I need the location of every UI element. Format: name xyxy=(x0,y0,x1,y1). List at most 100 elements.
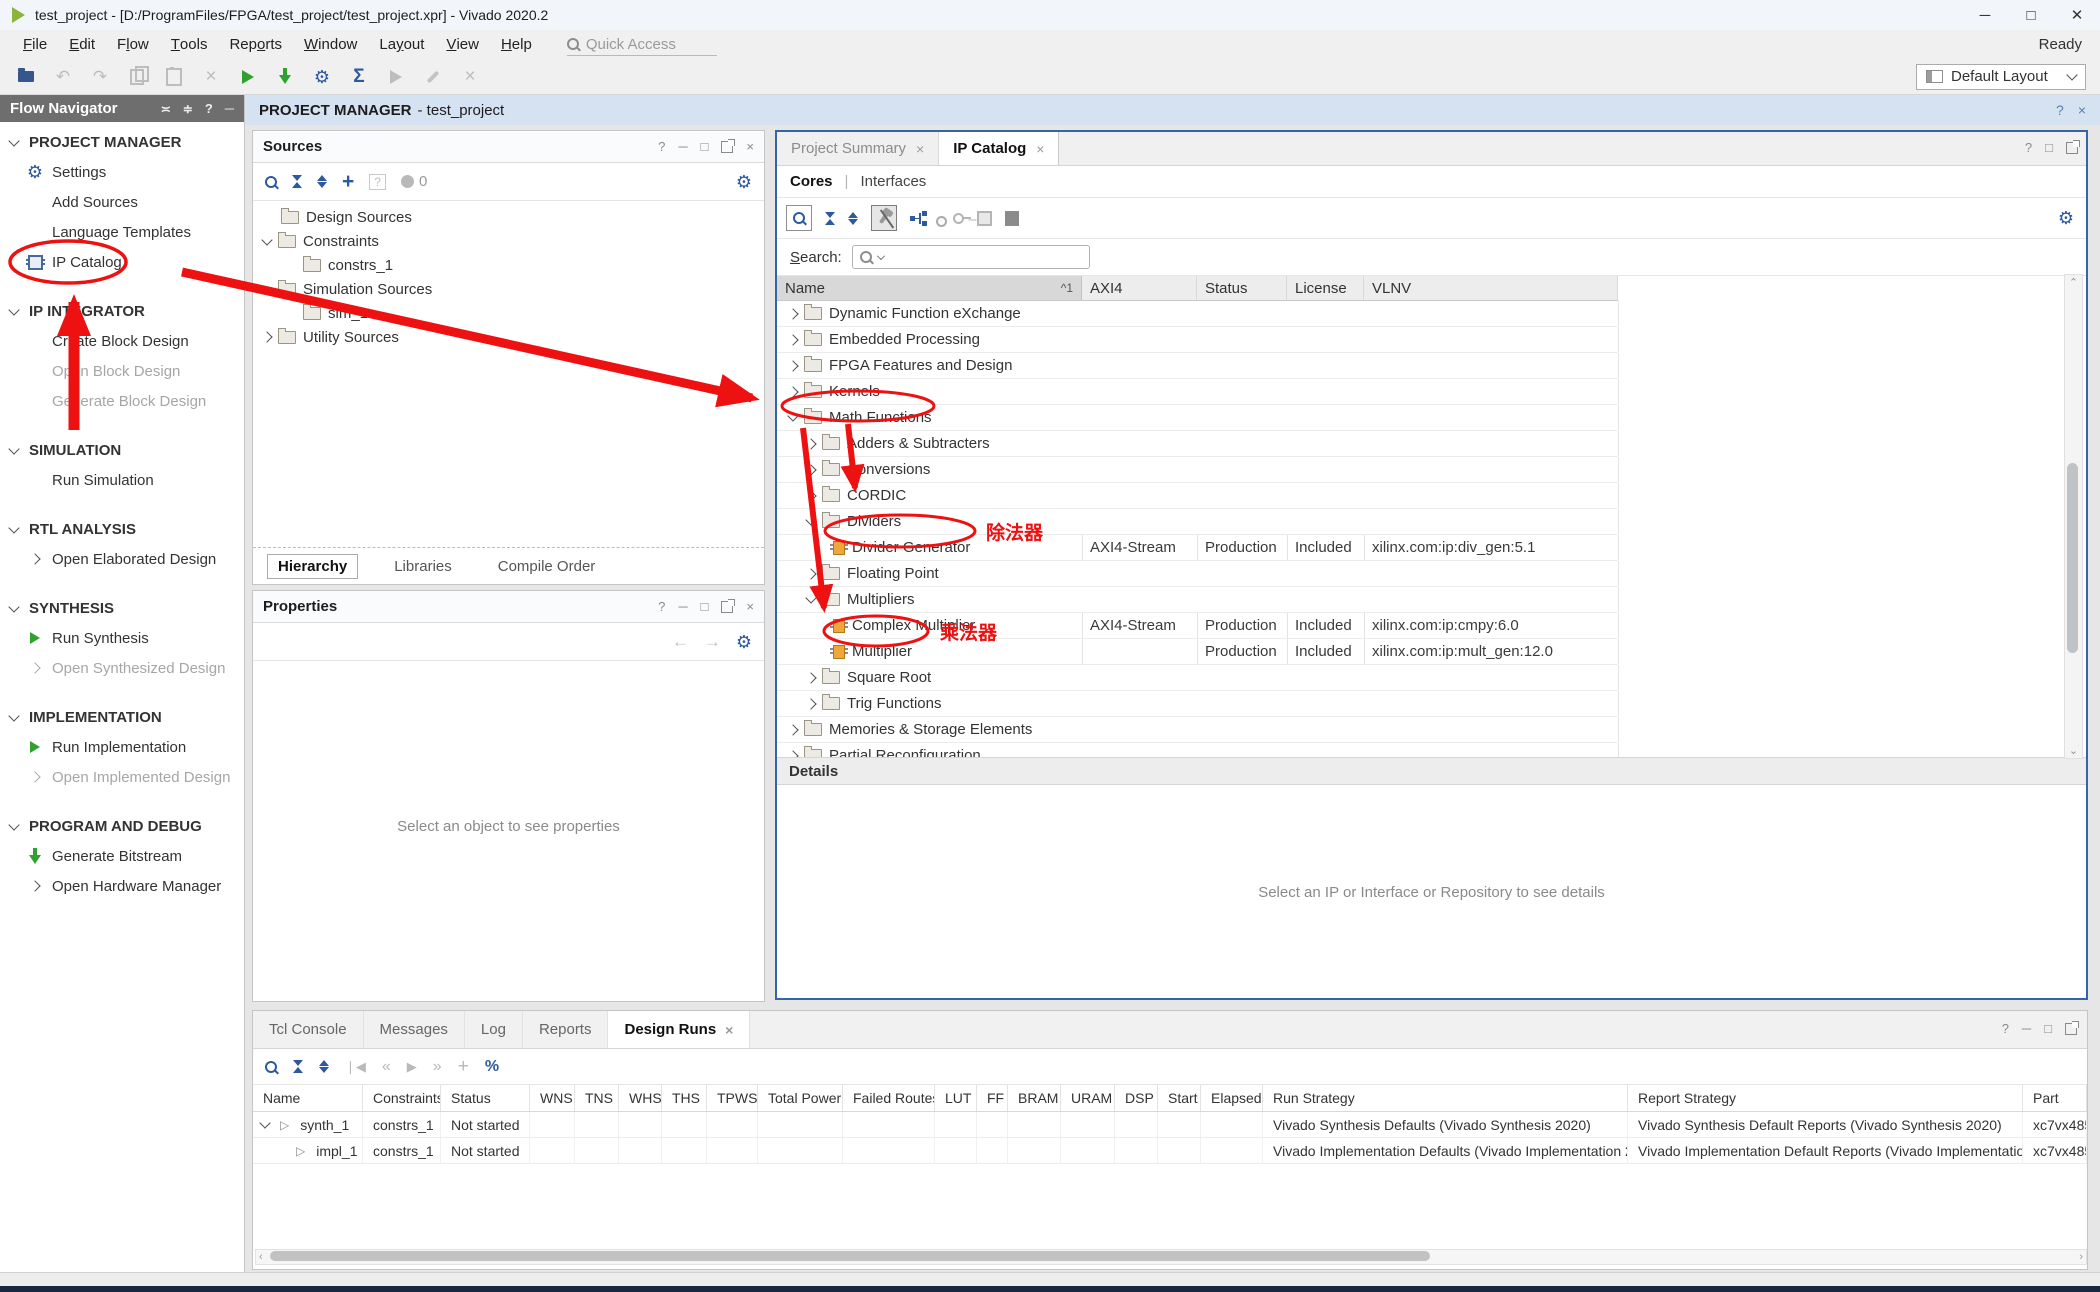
scrollbar-thumb[interactable] xyxy=(270,1251,1430,1261)
column-header-report-strategy[interactable]: Report Strategy xyxy=(1628,1085,2023,1111)
close-icon[interactable]: × xyxy=(1036,141,1044,157)
column-header-total-power[interactable]: Total Power xyxy=(758,1085,843,1111)
ip-row-adders-subtracters[interactable]: Adders & Subtracters xyxy=(777,431,1618,457)
layout-selector[interactable]: Default Layout xyxy=(1916,64,2086,90)
column-header-wns[interactable]: WNS xyxy=(530,1085,575,1111)
close-panel-icon[interactable]: × xyxy=(746,139,754,154)
maximize-panel-icon[interactable]: □ xyxy=(2044,1021,2052,1036)
scroll-up-icon[interactable]: ⌃ xyxy=(2065,276,2082,289)
scrollbar-thumb[interactable] xyxy=(2067,463,2078,653)
gear-icon[interactable]: ⚙ xyxy=(736,633,752,651)
column-header-lut[interactable]: LUT xyxy=(935,1085,977,1111)
fn-section-header-project-manager[interactable]: PROJECT MANAGER xyxy=(0,127,244,157)
chevron-down-icon[interactable] xyxy=(259,1117,270,1128)
fn-section-header-rtl-analysis[interactable]: RTL ANALYSIS xyxy=(0,514,244,544)
fn-item-open-implemented-design[interactable]: Open Implemented Design xyxy=(0,762,244,792)
add-sources-icon[interactable]: + xyxy=(342,170,354,194)
collapse-all-icon[interactable] xyxy=(292,175,302,188)
fn-item-generate-bitstream[interactable]: Generate Bitstream xyxy=(0,841,244,871)
source-item-constrs-1[interactable]: constrs_1 xyxy=(253,253,764,277)
fn-section-header-implementation[interactable]: IMPLEMENTATION xyxy=(0,702,244,732)
tab-tcl-console[interactable]: Tcl Console xyxy=(253,1011,364,1048)
maximize-button[interactable]: □ xyxy=(2008,0,2054,30)
fn-item-create-block-design[interactable]: Create Block Design xyxy=(0,326,244,356)
column-header-constraints[interactable]: Constraints xyxy=(363,1085,441,1111)
column-header-axi4[interactable]: AXI4 xyxy=(1082,276,1197,300)
tab-design-runs[interactable]: Design Runs× xyxy=(608,1011,750,1048)
minimize-panel-icon[interactable]: ─ xyxy=(678,599,687,614)
scroll-left-icon[interactable]: ‹ xyxy=(259,1250,263,1264)
settings-gear-icon[interactable]: ⚙ xyxy=(312,67,332,87)
help-icon[interactable]: ? xyxy=(2025,140,2032,155)
menu-layout[interactable]: Layout xyxy=(368,30,435,59)
close-icon[interactable]: × xyxy=(916,141,924,157)
maximize-panel-icon[interactable]: □ xyxy=(701,599,709,614)
ip-search-input[interactable] xyxy=(852,245,1090,269)
column-header-ths[interactable]: THS xyxy=(662,1085,707,1111)
float-panel-icon[interactable] xyxy=(721,601,733,613)
fn-section-header-ip-integrator[interactable]: IP INTEGRATOR xyxy=(0,296,244,326)
ip-row-floating-point[interactable]: Floating Point xyxy=(777,561,1618,587)
column-header-dsp[interactable]: DSP xyxy=(1115,1085,1158,1111)
ip-row-multiplier[interactable]: MultiplierProductionIncludedxilinx.com:i… xyxy=(777,639,1618,665)
fn-item-run-implementation[interactable]: Run Implementation xyxy=(0,732,244,762)
scroll-down-icon[interactable]: ⌄ xyxy=(2065,744,2082,757)
fn-item-generate-block-design[interactable]: Generate Block Design xyxy=(0,386,244,416)
expand-all-icon[interactable] xyxy=(848,212,858,225)
collapse-all-icon[interactable] xyxy=(293,1060,303,1073)
column-header-run-strategy[interactable]: Run Strategy xyxy=(1263,1085,1628,1111)
source-item-utility-sources[interactable]: Utility Sources xyxy=(253,325,764,349)
ip-row-conversions[interactable]: Conversions xyxy=(777,457,1618,483)
ip-row-square-root[interactable]: Square Root xyxy=(777,665,1618,691)
ip-row-divider-generator[interactable]: Divider GeneratorAXI4-StreamProductionIn… xyxy=(777,535,1618,561)
ip-row-fpga-features-and-design[interactable]: FPGA Features and Design xyxy=(777,353,1618,379)
expand-all-icon[interactable] xyxy=(319,1060,329,1073)
source-item-constraints[interactable]: Constraints xyxy=(253,229,764,253)
float-panel-icon[interactable] xyxy=(2066,142,2078,154)
column-header-whs[interactable]: WHS xyxy=(619,1085,662,1111)
tab-libraries[interactable]: Libraries xyxy=(384,555,462,578)
menu-tools[interactable]: Tools xyxy=(160,30,219,59)
expand-all-icon[interactable]: ≑ xyxy=(183,102,193,116)
minimize-panel-icon[interactable]: ─ xyxy=(225,101,234,116)
tab-project-summary[interactable]: Project Summary× xyxy=(777,132,939,165)
menu-help[interactable]: Help xyxy=(490,30,543,59)
group-hierarchy-icon[interactable] xyxy=(910,211,927,226)
help-icon[interactable]: ? xyxy=(658,139,665,154)
search-icon[interactable] xyxy=(265,176,277,188)
fn-item-open-hardware-manager[interactable]: Open Hardware Manager xyxy=(0,871,244,901)
maximize-panel-icon[interactable]: □ xyxy=(701,139,709,154)
fn-item-add-sources[interactable]: Add Sources xyxy=(0,187,244,217)
expand-all-icon[interactable] xyxy=(317,175,327,188)
gear-icon[interactable]: ⚙ xyxy=(736,173,752,191)
generate-bitstream-icon[interactable] xyxy=(275,67,295,87)
close-icon[interactable]: × xyxy=(725,1022,733,1038)
maximize-panel-icon[interactable]: □ xyxy=(2045,140,2053,155)
column-header-status[interactable]: Status xyxy=(1197,276,1287,300)
float-panel-icon[interactable] xyxy=(2065,1023,2077,1035)
tab-log[interactable]: Log xyxy=(465,1011,523,1048)
menu-file[interactable]: File xyxy=(12,30,58,59)
fn-section-header-simulation[interactable]: SIMULATION xyxy=(0,435,244,465)
column-header-start[interactable]: Start xyxy=(1158,1085,1201,1111)
minimize-panel-icon[interactable]: ─ xyxy=(678,139,687,154)
tab-reports[interactable]: Reports xyxy=(523,1011,609,1048)
column-header-name[interactable]: Name xyxy=(253,1085,363,1111)
close-button[interactable]: ✕ xyxy=(2054,0,2100,30)
run-icon[interactable] xyxy=(238,67,258,87)
close-icon[interactable]: × xyxy=(2078,102,2086,118)
ip-row-kernels[interactable]: Kernels xyxy=(777,379,1618,405)
fn-item-run-synthesis[interactable]: Run Synthesis xyxy=(0,623,244,653)
fn-item-run-simulation[interactable]: Run Simulation xyxy=(0,465,244,495)
ip-row-cordic[interactable]: CORDIC xyxy=(777,483,1618,509)
tab-messages[interactable]: Messages xyxy=(364,1011,465,1048)
ip-row-dynamic-function-exchange[interactable]: Dynamic Function eXchange xyxy=(777,301,1618,327)
collapse-all-icon[interactable]: ≍ xyxy=(161,102,171,116)
subtab-interfaces[interactable]: Interfaces xyxy=(860,173,926,190)
source-item-simulation-sources[interactable]: Simulation Sources xyxy=(253,277,764,301)
horizontal-scrollbar[interactable]: ‹ › xyxy=(255,1249,2087,1265)
tab-compile-order[interactable]: Compile Order xyxy=(488,555,606,578)
tab-ip-catalog[interactable]: IP Catalog× xyxy=(939,132,1059,165)
ip-row-math-functions[interactable]: Math Functions xyxy=(777,405,1618,431)
ip-row-dividers[interactable]: Dividers xyxy=(777,509,1618,535)
